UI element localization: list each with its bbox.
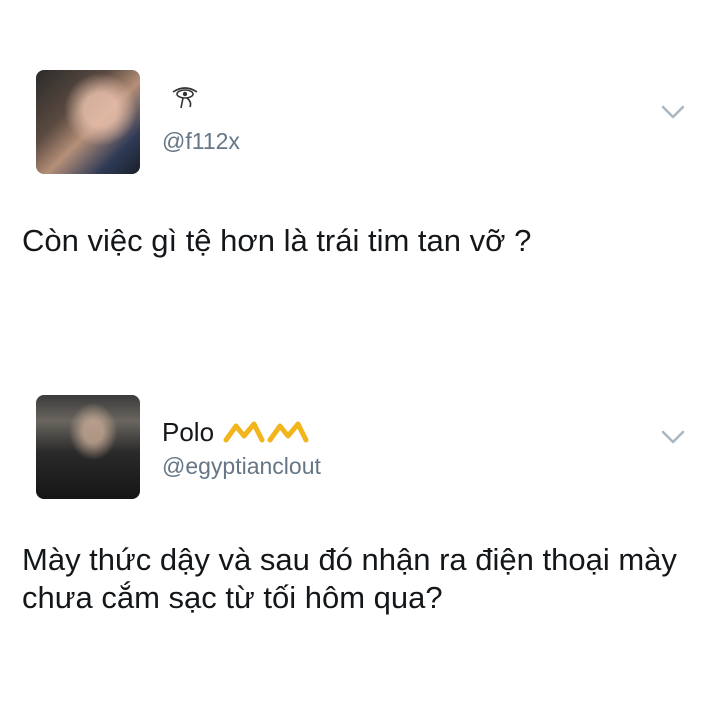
avatar[interactable] <box>36 395 140 499</box>
display-name[interactable]: Polo <box>162 417 214 448</box>
user-handle[interactable]: @egyptianclout <box>162 453 321 480</box>
chevron-down-icon[interactable] <box>660 427 686 447</box>
user-handle[interactable]: @f112x <box>162 128 240 155</box>
name-row: Polo <box>162 417 312 448</box>
avatar-photo <box>36 70 140 174</box>
tweet-card[interactable]: Polo @egyptianclout Mày thức dậy và sau … <box>0 395 720 635</box>
avatar-photo <box>36 395 140 499</box>
tweet-text: Còn việc gì tệ hơn là trái tim tan vỡ ? <box>22 223 532 258</box>
crown-emoji-icon <box>223 421 309 442</box>
chevron-down-icon[interactable] <box>660 102 686 122</box>
tweet-card[interactable]: @f112x Còn việc gì tệ hơn là trái tim ta… <box>0 70 720 290</box>
tweet-text: Mày thức dậy và sau đó nhận ra điện thoạ… <box>22 542 677 615</box>
name-row <box>162 84 200 110</box>
eye-of-horus-icon <box>172 87 198 109</box>
avatar[interactable] <box>36 70 140 174</box>
